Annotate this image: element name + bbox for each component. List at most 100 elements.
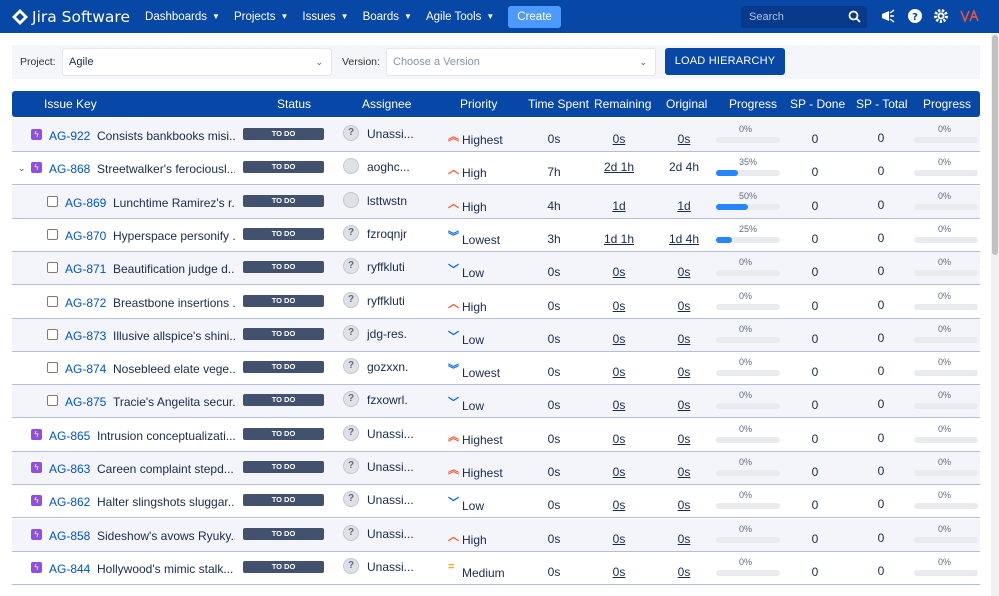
issue-key-link[interactable]: AG-872 <box>65 296 106 310</box>
status-badge[interactable]: TO DO <box>243 361 324 373</box>
status-badge[interactable]: TO DO <box>243 261 324 273</box>
remaining-estimate[interactable]: 0s <box>594 465 644 479</box>
remaining-estimate[interactable]: 1d 1h <box>594 232 644 246</box>
status-badge[interactable]: TO DO <box>243 228 324 240</box>
table-row[interactable]: AG-870 Hyperspace personify ... TO DO? fzro… <box>12 219 980 252</box>
status-badge[interactable]: TO DO <box>243 295 324 307</box>
original-estimate[interactable]: 1d 4h <box>659 232 709 246</box>
col-assignee[interactable]: Assignee <box>362 97 411 111</box>
col-time-spent[interactable]: Time Spent <box>528 97 589 111</box>
remaining-estimate[interactable]: 0s <box>594 398 644 412</box>
issue-key-link[interactable]: AG-844 <box>49 562 90 576</box>
status-badge[interactable]: TO DO <box>243 561 324 573</box>
issue-key-link[interactable]: AG-863 <box>49 462 90 476</box>
original-estimate[interactable]: 0s <box>659 498 709 512</box>
status-badge[interactable]: TO DO <box>243 494 324 506</box>
version-select[interactable]: Choose a Version ⌄ <box>386 48 656 76</box>
remaining-estimate[interactable]: 0s <box>594 132 644 146</box>
issue-key-link[interactable]: AG-870 <box>65 229 106 243</box>
table-row[interactable]: ϟ AG-863 Careen complaint stepd... TO DO? Un… <box>12 452 980 485</box>
remaining-estimate[interactable]: 0s <box>594 532 644 546</box>
original-estimate[interactable]: 0s <box>659 132 709 146</box>
original-estimate[interactable]: 0s <box>659 432 709 446</box>
col-remaining[interactable]: Remaining <box>594 97 651 111</box>
remaining-estimate[interactable]: 0s <box>594 332 644 346</box>
table-row[interactable]: ϟ AG-844 Hollywood's mimic stalk... TO DO? U… <box>12 552 980 585</box>
status-badge[interactable]: TO DO <box>243 161 324 173</box>
remaining-estimate[interactable]: 0s <box>594 299 644 313</box>
table-row[interactable]: AG-875 Tracie's Angelita secur... TO DO? fz… <box>12 385 980 418</box>
table-row[interactable]: AG-873 Illusive allspice's shini... TO DO?… <box>12 319 980 352</box>
vertical-scrollbar[interactable] <box>991 33 999 596</box>
issue-key-link[interactable]: AG-871 <box>65 262 106 276</box>
remaining-estimate[interactable]: 0s <box>594 265 644 279</box>
nav-agile-tools[interactable]: Agile Tools ▼ <box>426 11 494 23</box>
remaining-estimate[interactable]: 0s <box>594 365 644 379</box>
expand-chevron-icon[interactable]: ⌄ <box>18 163 26 174</box>
status-badge[interactable]: TO DO <box>243 428 324 440</box>
col-progress[interactable]: Progress <box>729 97 777 111</box>
issue-key-link[interactable]: AG-873 <box>65 329 106 343</box>
original-estimate[interactable]: 0s <box>659 465 709 479</box>
col-issue-key[interactable]: Issue Key <box>44 97 97 111</box>
status-badge[interactable]: TO DO <box>243 394 324 406</box>
issue-key-link[interactable]: AG-875 <box>65 395 106 409</box>
col-original[interactable]: Original <box>666 97 707 111</box>
col-status[interactable]: Status <box>277 97 311 111</box>
jira-logo[interactable]: Jira Software <box>12 8 130 26</box>
issue-key-link[interactable]: AG-868 <box>49 162 90 176</box>
megaphone-icon[interactable] <box>880 8 896 24</box>
table-row[interactable]: ϟ AG-922 Consists bankbooks misi... TO DO? U… <box>12 119 980 152</box>
remaining-estimate[interactable]: 1d <box>594 199 644 213</box>
load-hierarchy-button[interactable]: LOAD HIERARCHY <box>665 48 785 75</box>
nav-issues[interactable]: Issues ▼ <box>302 11 348 23</box>
table-row[interactable]: ϟ AG-862 Halter slingshots sluggar... TO DO… <box>12 485 980 518</box>
issue-key-link[interactable]: AG-865 <box>49 429 90 443</box>
table-row[interactable]: AG-874 Nosebleed elate vege... TO DO? gozxx… <box>12 352 980 385</box>
original-estimate[interactable]: 0s <box>659 365 709 379</box>
original-estimate[interactable]: 0s <box>659 299 709 313</box>
col-sp-done[interactable]: SP - Done <box>790 97 845 111</box>
nav-projects[interactable]: Projects ▼ <box>234 11 288 23</box>
table-row[interactable]: AG-869 Lunchtime Ramirez's r... TO DO lsttw… <box>12 186 980 219</box>
col-priority[interactable]: Priority <box>460 97 497 111</box>
issue-key-link[interactable]: AG-858 <box>49 529 90 543</box>
gear-icon[interactable] <box>933 8 949 24</box>
status-badge[interactable]: TO DO <box>243 195 324 207</box>
remaining-estimate[interactable]: 0s <box>594 565 644 579</box>
original-estimate[interactable]: 0s <box>659 565 709 579</box>
table-row[interactable]: AG-872 Breastbone insertions ... TO DO? ryf… <box>12 286 980 319</box>
search-input[interactable]: Search <box>741 6 867 28</box>
col-sp-progress[interactable]: Progress <box>923 97 971 111</box>
original-estimate[interactable]: 2d 4h <box>659 160 709 174</box>
original-estimate[interactable]: 0s <box>659 265 709 279</box>
nav-boards[interactable]: Boards ▼ <box>363 11 412 23</box>
help-icon[interactable]: ? <box>907 8 923 24</box>
issue-key-link[interactable]: AG-869 <box>65 196 106 210</box>
status-badge[interactable]: TO DO <box>243 528 324 540</box>
original-estimate[interactable]: 0s <box>659 532 709 546</box>
original-estimate[interactable]: 0s <box>659 398 709 412</box>
original-estimate[interactable]: 1d <box>659 199 709 213</box>
project-select[interactable]: Agile ⌄ <box>62 48 332 76</box>
original-estimate[interactable]: 0s <box>659 332 709 346</box>
status-badge[interactable]: TO DO <box>243 461 324 473</box>
issue-key-link[interactable]: AG-862 <box>49 495 90 509</box>
issue-key-link[interactable]: AG-922 <box>49 129 90 143</box>
issue-key-link[interactable]: AG-874 <box>65 362 106 376</box>
status-badge[interactable]: TO DO <box>243 328 324 340</box>
nav-dashboards[interactable]: Dashboards ▼ <box>145 11 220 23</box>
create-button[interactable]: Create <box>508 5 561 28</box>
table-row[interactable]: ⌄ ϟ AG-868 Streetwalker's ferociousl... TO D… <box>12 152 980 185</box>
scrollbar-thumb[interactable] <box>992 35 998 255</box>
status-badge[interactable]: TO DO <box>243 128 324 140</box>
user-avatar-icon[interactable] <box>960 8 980 24</box>
table-row[interactable]: ϟ AG-865 Intrusion conceptualizati... TO DO… <box>12 419 980 452</box>
table-row[interactable]: ϟ AG-858 Sideshow's avows Ryuky... TO DO? Un… <box>12 519 980 552</box>
col-sp-total[interactable]: SP - Total <box>856 97 908 111</box>
remaining-estimate[interactable]: 0s <box>594 498 644 512</box>
table-row[interactable]: AG-871 Beautification judge d... TO DO? ryf… <box>12 252 980 285</box>
remaining-estimate[interactable]: 2d 1h <box>594 160 644 174</box>
remaining-estimate[interactable]: 0s <box>594 432 644 446</box>
priority-high-icon: ︿ <box>448 298 459 310</box>
